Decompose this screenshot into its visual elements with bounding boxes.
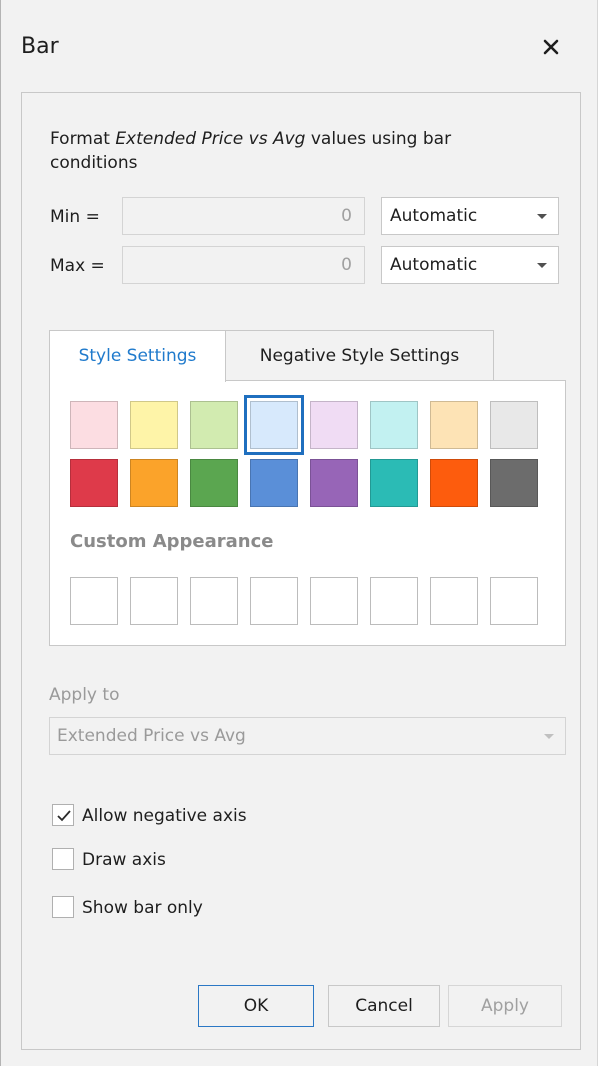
apply-button[interactable]: Apply <box>448 985 562 1027</box>
dark-color-swatch[interactable] <box>130 459 178 507</box>
dark-color-swatch[interactable] <box>490 459 538 507</box>
format-description: Format Extended Price vs Avg values usin… <box>50 127 540 175</box>
dark-color-swatch[interactable] <box>250 459 298 507</box>
custom-appearance-slot[interactable] <box>190 577 238 625</box>
apply-to-select[interactable]: Extended Price vs Avg <box>49 717 566 755</box>
custom-appearance-slot[interactable] <box>310 577 358 625</box>
min-value-input[interactable]: 0 <box>122 197 365 235</box>
custom-appearance-slot[interactable] <box>250 577 298 625</box>
light-color-swatch[interactable] <box>310 401 358 449</box>
custom-appearance-slot[interactable] <box>490 577 538 625</box>
custom-appearance-slot[interactable] <box>430 577 478 625</box>
show-bar-only-checkbox[interactable] <box>52 896 74 918</box>
light-color-swatch[interactable] <box>130 401 178 449</box>
max-mode-select[interactable]: Automatic <box>381 246 559 284</box>
min-label: Min = <box>50 207 100 227</box>
min-mode-select[interactable]: Automatic <box>381 197 559 235</box>
max-label: Max = <box>50 256 105 276</box>
light-color-swatch[interactable] <box>490 401 538 449</box>
tab-style-settings[interactable]: Style Settings <box>49 330 226 382</box>
draw-axis-checkbox[interactable] <box>52 848 74 870</box>
title-bar: Bar <box>1 0 597 92</box>
allow-negative-axis-label: Allow negative axis <box>82 806 247 826</box>
allow-negative-axis-checkbox[interactable] <box>52 804 74 826</box>
cancel-button[interactable]: Cancel <box>328 985 440 1027</box>
bar-dialog: Bar Format Extended Price vs Avg values … <box>0 0 598 1066</box>
custom-appearance-label: Custom Appearance <box>70 531 274 552</box>
draw-axis-label: Draw axis <box>82 850 166 870</box>
apply-to-value: Extended Price vs Avg <box>57 726 246 746</box>
close-icon <box>543 39 559 55</box>
custom-appearance-slot[interactable] <box>130 577 178 625</box>
custom-appearance-slot[interactable] <box>70 577 118 625</box>
custom-appearance-slot[interactable] <box>370 577 418 625</box>
light-color-swatch[interactable] <box>244 395 304 455</box>
light-color-swatch[interactable] <box>70 401 118 449</box>
description-prefix: Format <box>50 129 116 149</box>
style-tabs: Style Settings Negative Style Settings <box>49 330 569 382</box>
light-color-swatch[interactable] <box>430 401 478 449</box>
dark-color-swatch[interactable] <box>310 459 358 507</box>
light-color-swatch[interactable] <box>190 401 238 449</box>
chevron-down-icon <box>544 734 554 739</box>
light-color-swatch[interactable] <box>370 401 418 449</box>
chevron-down-icon <box>537 263 547 268</box>
max-mode-value: Automatic <box>390 255 478 275</box>
dialog-title: Bar <box>21 34 59 59</box>
chevron-down-icon <box>537 214 547 219</box>
show-bar-only-label: Show bar only <box>82 898 203 918</box>
min-mode-value: Automatic <box>390 206 478 226</box>
tab-negative-style-settings[interactable]: Negative Style Settings <box>226 330 494 381</box>
close-button[interactable] <box>531 30 571 64</box>
description-field-name: Extended Price vs Avg <box>115 129 306 149</box>
apply-to-label: Apply to <box>49 685 120 705</box>
dialog-content: Format Extended Price vs Avg values usin… <box>21 92 581 1050</box>
checkmark-icon <box>57 810 71 822</box>
ok-button[interactable]: OK <box>198 985 314 1027</box>
dark-color-swatch[interactable] <box>190 459 238 507</box>
dark-color-swatch[interactable] <box>430 459 478 507</box>
dark-color-swatch[interactable] <box>70 459 118 507</box>
style-settings-panel: Custom Appearance <box>49 380 566 646</box>
dark-color-swatch[interactable] <box>370 459 418 507</box>
max-value-input[interactable]: 0 <box>122 246 365 284</box>
